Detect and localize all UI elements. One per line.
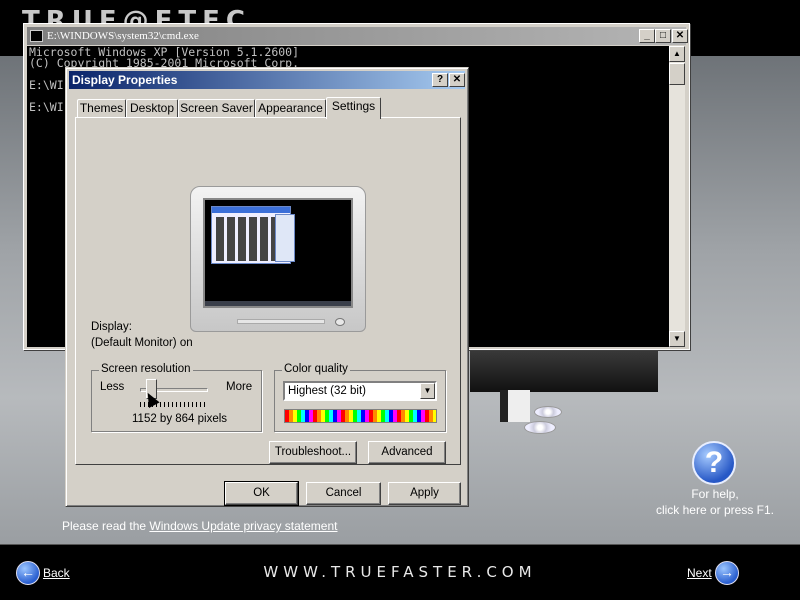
scroll-up-button[interactable]: ▲ (669, 46, 685, 62)
maximize-button[interactable]: □ (655, 29, 671, 43)
dropdown-arrow-icon[interactable]: ▼ (420, 383, 435, 399)
product-box-side-image (500, 390, 530, 422)
screen-resolution-caption: Screen resolution (99, 363, 193, 375)
tab-themes[interactable]: Themes (77, 99, 126, 118)
next-button[interactable]: Next (687, 566, 712, 580)
scroll-thumb[interactable] (669, 63, 685, 85)
color-quality-value: Highest (32 bit) (288, 385, 366, 397)
ok-button[interactable]: OK (224, 481, 299, 506)
dialog-close-button[interactable]: ✕ (449, 73, 465, 87)
back-button[interactable]: Back (43, 566, 70, 580)
vertical-scrollbar[interactable]: ▲ ▼ (669, 46, 685, 347)
display-label: Display: (91, 321, 132, 333)
display-properties-dialog: Display Properties ? ✕ Themes Desktop Sc… (65, 67, 469, 507)
monitor-screen (203, 198, 353, 308)
monitor-preview (190, 186, 366, 332)
more-label: More (226, 381, 253, 393)
advanced-button[interactable]: Advanced (368, 441, 446, 464)
tab-settings[interactable]: Settings (326, 97, 381, 119)
tab-screen-saver[interactable]: Screen Saver (178, 99, 255, 118)
resolution-value: 1152 by 864 pixels (132, 413, 228, 425)
website-url: WWW.TRUEFASTER.COM (263, 563, 537, 581)
disc-image (534, 406, 562, 418)
color-spectrum-bar (284, 409, 437, 423)
minimize-button[interactable]: _ (639, 29, 655, 43)
display-value: (Default Monitor) on (91, 337, 193, 349)
dialog-title: Display Properties (72, 73, 178, 87)
help-text[interactable]: For help, click here or press F1. (640, 486, 790, 518)
color-quality-group: Color quality Highest (32 bit) ▼ (274, 363, 446, 432)
less-label: Less (100, 381, 125, 393)
cmd-icon (30, 30, 43, 42)
tab-desktop[interactable]: Desktop (126, 99, 178, 118)
privacy-statement: Please read the Windows Update privacy s… (62, 519, 338, 533)
apply-button[interactable]: Apply (388, 482, 461, 505)
next-arrow-icon[interactable]: → (715, 561, 739, 585)
help-button[interactable]: ? (432, 73, 448, 87)
scroll-down-button[interactable]: ▼ (669, 331, 685, 347)
close-button[interactable]: ✕ (672, 29, 688, 43)
privacy-prefix: Please read the (62, 519, 150, 533)
dialog-title-bar[interactable]: Display Properties (69, 71, 465, 89)
screen-resolution-group: Screen resolution Less More 1152 by 864 … (91, 363, 262, 432)
help-icon[interactable]: ? (692, 441, 736, 485)
monitor-slot (237, 319, 325, 324)
privacy-link[interactable]: Windows Update privacy statement (149, 519, 337, 533)
preview-window-side (275, 214, 295, 262)
cancel-button[interactable]: Cancel (306, 482, 381, 505)
color-quality-select[interactable]: Highest (32 bit) ▼ (283, 381, 437, 401)
help-line-2: click here or press F1. (655, 503, 775, 517)
troubleshoot-button[interactable]: Troubleshoot... (269, 441, 357, 464)
help-line-1: For help, (691, 487, 739, 501)
preview-taskbar (205, 301, 351, 306)
cmd-title: E:\WINDOWS\system32\cmd.exe (47, 30, 199, 42)
monitor-power-icon (335, 318, 345, 326)
color-quality-caption: Color quality (282, 363, 350, 375)
back-arrow-icon[interactable]: ← (16, 561, 40, 585)
preview-window-title (212, 207, 290, 213)
cmd-title-bar[interactable]: E:\WINDOWS\system32\cmd.exe (27, 27, 686, 45)
tab-appearance[interactable]: Appearance (255, 99, 326, 118)
preview-thumbnails (216, 217, 280, 261)
disc-image (524, 421, 556, 434)
settings-panel: Display: (Default Monitor) on Screen res… (75, 117, 461, 465)
product-box-image (470, 350, 658, 392)
